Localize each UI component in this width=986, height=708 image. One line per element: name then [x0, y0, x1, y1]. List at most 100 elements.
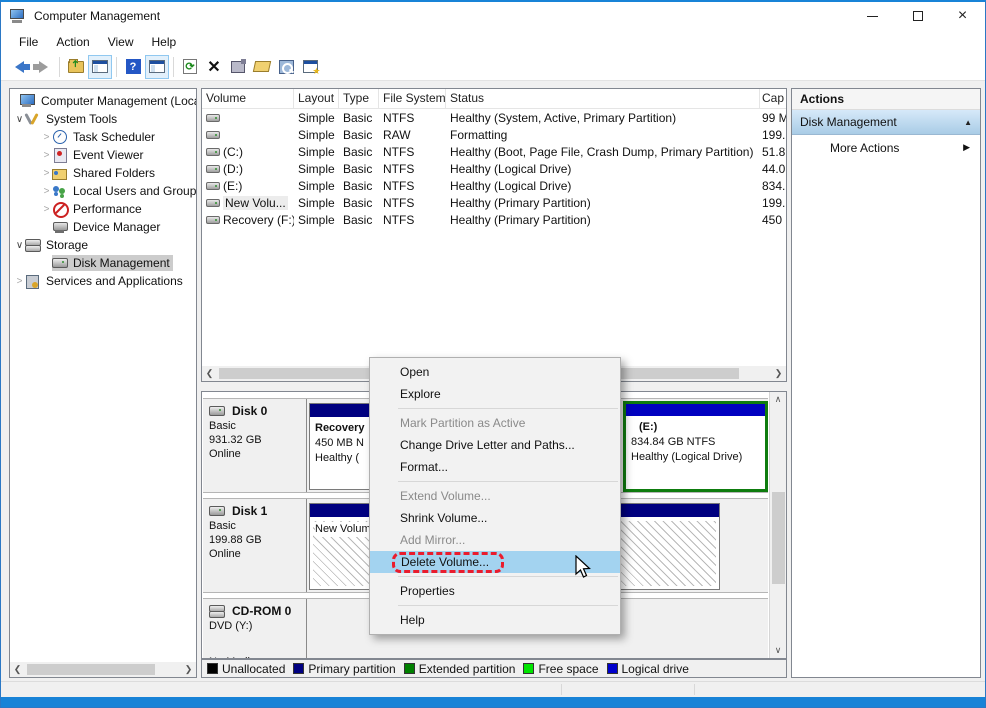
console-tree-pane: Computer Management (Local ∨ System Tool…: [9, 88, 197, 678]
menu-item-change-drive-letter[interactable]: Change Drive Letter and Paths...: [370, 434, 620, 456]
disk-icon: [209, 504, 225, 518]
chevron-down-icon[interactable]: ∨: [14, 240, 25, 251]
column-file-system[interactable]: File System: [379, 89, 446, 108]
scroll-up-icon[interactable]: ∧: [770, 392, 786, 407]
tree-horizontal-scrollbar[interactable]: ❮ ❯: [10, 662, 196, 677]
column-capacity[interactable]: Cap: [760, 89, 786, 108]
properties-icon[interactable]: [226, 55, 250, 79]
disk1-label[interactable]: Disk 1 Basic 199.88 GB Online: [203, 499, 307, 592]
disk0-label[interactable]: Disk 0 Basic 931.32 GB Online: [203, 399, 307, 492]
partition-e-volume[interactable]: (E:) 834.84 GB NTFS Healthy (Logical Dri…: [623, 401, 768, 492]
menu-file[interactable]: File: [10, 32, 47, 52]
chevron-right-icon[interactable]: >: [41, 150, 52, 161]
chevron-right-icon[interactable]: >: [14, 276, 25, 287]
table-row-new-volume[interactable]: New Volu... Simple Basic NTFS Healthy (P…: [202, 194, 786, 211]
menu-item-format[interactable]: Format...: [370, 456, 620, 478]
table-row[interactable]: Simple Basic RAW Formatting 199.: [202, 126, 786, 143]
users-icon: [52, 184, 68, 198]
content-area: Computer Management (Local ∨ System Tool…: [1, 81, 985, 697]
tree-item-task-scheduler[interactable]: > Task Scheduler: [10, 128, 196, 146]
scroll-right-icon[interactable]: ❯: [771, 368, 786, 379]
computer-icon: [10, 9, 26, 23]
menu-item-shrink-volume[interactable]: Shrink Volume...: [370, 507, 620, 529]
drive-icon: [206, 199, 220, 207]
primary-partition-swatch: [293, 663, 304, 674]
tree-item-system-tools[interactable]: ∨ System Tools: [10, 110, 196, 128]
column-layout[interactable]: Layout: [294, 89, 339, 108]
delete-icon[interactable]: ✕: [202, 55, 226, 79]
scroll-down-icon[interactable]: ∨: [770, 643, 786, 658]
help-icon[interactable]: ?: [121, 55, 145, 79]
table-row[interactable]: (E:) Simple Basic NTFS Healthy (Logical …: [202, 177, 786, 194]
menu-item-explore[interactable]: Explore: [370, 383, 620, 405]
find-icon[interactable]: [274, 55, 298, 79]
table-row[interactable]: Recovery (F:) Simple Basic NTFS Healthy …: [202, 211, 786, 228]
submenu-arrow-icon: ▶: [963, 142, 970, 153]
services-icon: [25, 274, 41, 288]
actions-pane: Actions Disk Management ▲ More Actions ▶: [791, 88, 981, 678]
menu-help[interactable]: Help: [143, 32, 186, 52]
scroll-left-icon[interactable]: ❮: [10, 664, 25, 675]
actions-group-disk-management[interactable]: Disk Management ▲: [792, 110, 980, 135]
legend-extended-partition: Extended partition: [404, 662, 516, 676]
partition-legend: Unallocated Primary partition Extended p…: [201, 659, 787, 678]
column-status[interactable]: Status: [446, 89, 760, 108]
scrollbar-thumb[interactable]: [772, 492, 785, 584]
column-type[interactable]: Type: [339, 89, 379, 108]
legend-free-space: Free space: [523, 662, 598, 676]
menu-item-properties[interactable]: Properties: [370, 580, 620, 602]
up-one-level-icon[interactable]: [64, 55, 88, 79]
more-actions-item[interactable]: More Actions ▶: [792, 135, 980, 160]
tree-item-performance[interactable]: > Performance: [10, 200, 196, 218]
forward-arrow-icon[interactable]: [31, 55, 55, 79]
cd-drive-icon: [209, 604, 225, 618]
export-list-icon[interactable]: [298, 55, 322, 79]
tree-item-disk-management[interactable]: Disk Management: [10, 254, 196, 272]
chevron-right-icon[interactable]: >: [41, 204, 52, 215]
show-console-tree-icon[interactable]: [88, 55, 112, 79]
show-action-pane-icon[interactable]: [145, 55, 169, 79]
menu-item-help[interactable]: Help: [370, 609, 620, 631]
tree-item-shared-folders[interactable]: > Shared Folders: [10, 164, 196, 182]
event-viewer-icon: [52, 148, 68, 162]
tree-item-services-and-applications[interactable]: > Services and Applications: [10, 272, 196, 290]
drive-icon: [206, 148, 220, 156]
scroll-left-icon[interactable]: ❮: [202, 368, 217, 379]
menu-item-open[interactable]: Open: [370, 361, 620, 383]
tree-item-computer-management[interactable]: Computer Management (Local: [10, 92, 196, 110]
actions-header: Actions: [792, 89, 980, 110]
collapse-icon[interactable]: ▲: [964, 118, 972, 127]
menu-action[interactable]: Action: [47, 32, 98, 52]
window-bottom-border: [1, 697, 985, 708]
table-row[interactable]: (D:) Simple Basic NTFS Healthy (Logical …: [202, 160, 786, 177]
open-folder-icon[interactable]: [250, 55, 274, 79]
chevron-right-icon[interactable]: >: [41, 132, 52, 143]
tree-item-event-viewer[interactable]: > Event Viewer: [10, 146, 196, 164]
table-row[interactable]: (C:) Simple Basic NTFS Healthy (Boot, Pa…: [202, 143, 786, 160]
chevron-right-icon[interactable]: >: [41, 186, 52, 197]
chevron-down-icon[interactable]: ∨: [14, 114, 25, 125]
disk-pane-vertical-scrollbar[interactable]: ∧ ∨: [769, 392, 786, 658]
back-arrow-icon[interactable]: [7, 55, 31, 79]
drive-icon: [206, 165, 220, 173]
column-volume[interactable]: Volume: [202, 89, 294, 108]
menu-separator: [398, 605, 618, 606]
menu-view[interactable]: View: [99, 32, 143, 52]
scrollbar-thumb[interactable]: [27, 664, 155, 675]
window-title: Computer Management: [34, 9, 160, 23]
tree-item-storage[interactable]: ∨ Storage: [10, 236, 196, 254]
close-button[interactable]: ×: [940, 2, 985, 30]
tree-item-device-manager[interactable]: Device Manager: [10, 218, 196, 236]
delete-volume-highlight-box[interactable]: Delete Volume...: [392, 552, 504, 573]
scroll-right-icon[interactable]: ❯: [181, 664, 196, 675]
disk-icon: [209, 404, 225, 418]
volume-context-menu: Open Explore Mark Partition as Active Ch…: [369, 357, 621, 635]
tree-item-local-users-and-groups[interactable]: > Local Users and Groups: [10, 182, 196, 200]
tools-icon: [25, 112, 41, 126]
chevron-right-icon[interactable]: >: [41, 168, 52, 179]
maximize-button[interactable]: [895, 2, 940, 30]
refresh-icon[interactable]: ⟳: [178, 55, 202, 79]
minimize-button[interactable]: [850, 2, 895, 30]
cdrom-label[interactable]: CD-ROM 0 DVD (Y:) No Media: [203, 599, 307, 659]
table-row[interactable]: Simple Basic NTFS Healthy (System, Activ…: [202, 109, 786, 126]
